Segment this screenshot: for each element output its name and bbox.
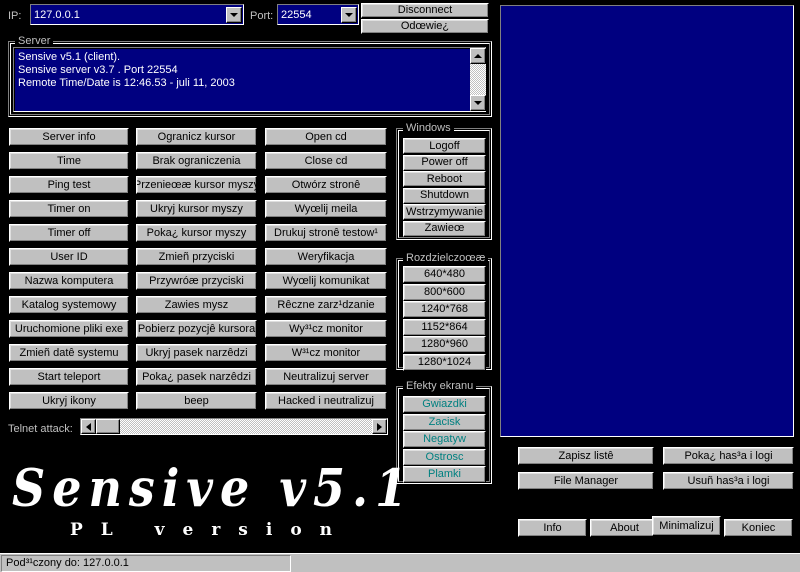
command-button-col1-2[interactable]: Time xyxy=(9,152,129,170)
command-button-col2-8[interactable]: Zawies mysz xyxy=(136,296,257,314)
file-manager-button[interactable]: File Manager xyxy=(518,472,654,490)
resolution-button-2[interactable]: 800*600 xyxy=(403,284,486,301)
scroll-down-icon[interactable] xyxy=(470,95,486,111)
server-log-scrollbar[interactable] xyxy=(470,48,486,111)
effect-button-1[interactable]: Gwiazdki xyxy=(403,396,486,413)
command-button-col3-4[interactable]: Wyœlij meila xyxy=(265,200,387,218)
windows-button-6[interactable]: Zawieœ xyxy=(403,221,486,237)
command-button-col3-7[interactable]: Wyœlij komunikat xyxy=(265,272,387,290)
command-button-col1-10[interactable]: Zmieñ datê systemu xyxy=(9,344,129,362)
command-button-col1-11[interactable]: Start teleport xyxy=(9,368,129,386)
save-list-button[interactable]: Zapisz listê xyxy=(518,447,654,465)
command-button-col1-5[interactable]: Timer off xyxy=(9,224,129,242)
effect-button-5[interactable]: Plamki xyxy=(403,466,486,483)
delete-passwords-logs-button[interactable]: Usuñ has³a i logi xyxy=(663,472,794,490)
command-button-col3-10[interactable]: W³¹cz monitor xyxy=(265,344,387,362)
windows-button-4[interactable]: Shutdown xyxy=(403,188,486,204)
command-button-col3-1[interactable]: Open cd xyxy=(265,128,387,146)
command-button-col2-1[interactable]: Ogranicz kursor xyxy=(136,128,257,146)
command-button-col1-1[interactable]: Server info xyxy=(9,128,129,146)
effects-group-legend: Efekty ekranu xyxy=(403,380,476,392)
telnet-attack-label: Telnet attack: xyxy=(8,423,73,435)
windows-group-legend: Windows xyxy=(403,122,454,134)
port-label: Port: xyxy=(250,10,273,22)
minimize-button[interactable]: Minimalizuj xyxy=(652,516,721,536)
command-button-col1-12[interactable]: Ukryj ikony xyxy=(9,392,129,410)
command-button-col1-3[interactable]: Ping test xyxy=(9,176,129,194)
resolution-group-legend: Rozdzielczoœæ xyxy=(403,252,488,264)
command-button-col3-2[interactable]: Close cd xyxy=(265,152,387,170)
effect-button-2[interactable]: Zacisk xyxy=(403,414,486,431)
command-button-col2-5[interactable]: Poka¿ kursor myszy xyxy=(136,224,257,242)
resolution-button-5[interactable]: 1280*960 xyxy=(403,336,486,353)
scroll-right-icon[interactable] xyxy=(372,419,387,434)
ip-combobox[interactable]: 127.0.0.1 xyxy=(30,4,244,25)
ip-label: IP: xyxy=(8,10,21,22)
command-button-col2-7[interactable]: Przywróæ przyciski xyxy=(136,272,257,290)
server-log-text: Sensive v5.1 (client). Sensive server v3… xyxy=(14,51,466,90)
command-button-col1-7[interactable]: Nazwa komputera xyxy=(9,272,129,290)
command-button-col2-10[interactable]: Ukryj pasek narzêdzi xyxy=(136,344,257,362)
port-value: 22554 xyxy=(278,9,341,21)
windows-button-2[interactable]: Power off xyxy=(403,155,486,171)
disconnect-button[interactable]: Disconnect xyxy=(361,3,489,18)
log-line: Sensive server v3.7 . Port 22554 xyxy=(14,64,466,77)
scrollbar-track[interactable] xyxy=(470,64,486,95)
scroll-up-icon[interactable] xyxy=(470,48,486,64)
log-line: Remote Time/Date is 12:46.53 - juli 11, … xyxy=(14,77,466,90)
command-button-col1-8[interactable]: Katalog systemowy xyxy=(9,296,129,314)
command-button-col3-12[interactable]: Hacked i neutralizuj xyxy=(265,392,387,410)
windows-button-1[interactable]: Logoff xyxy=(403,138,486,154)
command-button-col3-5[interactable]: Drukuj stronê testow¹ xyxy=(265,224,387,242)
about-button[interactable]: About xyxy=(590,519,659,537)
effect-button-4[interactable]: Ostrosc xyxy=(403,449,486,466)
windows-button-5[interactable]: Wstrzymywanie xyxy=(403,204,486,220)
logo-title: Sensive v5.1 xyxy=(12,458,414,518)
command-button-col1-6[interactable]: User ID xyxy=(9,248,129,266)
telnet-attack-slider[interactable] xyxy=(80,418,388,435)
resolution-button-1[interactable]: 640*480 xyxy=(403,266,486,283)
command-button-col2-6[interactable]: Zmieñ przyciski xyxy=(136,248,257,266)
command-button-col3-11[interactable]: Neutralizuj server xyxy=(265,368,387,386)
command-button-col1-4[interactable]: Timer on xyxy=(9,200,129,218)
telnet-slider-track[interactable] xyxy=(96,419,372,434)
log-line: Sensive v5.1 (client). xyxy=(14,51,466,64)
resolution-button-4[interactable]: 1152*864 xyxy=(403,319,486,336)
effect-button-3[interactable]: Negatyw xyxy=(403,431,486,448)
command-button-col3-6[interactable]: Weryfikacja xyxy=(265,248,387,266)
application-window: IP: 127.0.0.1 Port: 22554 Disconnect Odœ… xyxy=(0,0,800,572)
scroll-left-icon[interactable] xyxy=(81,419,96,434)
windows-button-3[interactable]: Reboot xyxy=(403,171,486,187)
command-button-col2-11[interactable]: Poka¿ pasek narzêdzi xyxy=(136,368,257,386)
command-button-col2-2[interactable]: Brak ograniczenia xyxy=(136,152,257,170)
chevron-down-icon[interactable] xyxy=(226,7,242,23)
telnet-slider-thumb[interactable] xyxy=(96,419,120,434)
refresh-button[interactable]: Odœwie¿ xyxy=(361,19,489,34)
ip-value: 127.0.0.1 xyxy=(31,9,226,21)
resolution-button-6[interactable]: 1280*1024 xyxy=(403,354,486,371)
status-bar: Pod³¹czony do: 127.0.0.1 xyxy=(0,553,800,572)
app-logo: Sensive v5.1 PL version xyxy=(8,458,388,548)
status-bar-text: Pod³¹czony do: 127.0.0.1 xyxy=(1,555,291,572)
command-button-col3-3[interactable]: Otwórz stronê xyxy=(265,176,387,194)
command-button-col1-9[interactable]: Uruchomione pliki exe xyxy=(9,320,129,338)
command-button-col3-8[interactable]: Rêczne zarz¹dzanie xyxy=(265,296,387,314)
resolution-button-3[interactable]: 1240*768 xyxy=(403,301,486,318)
server-group-legend: Server xyxy=(15,35,53,47)
chevron-down-icon[interactable] xyxy=(341,7,357,23)
info-button[interactable]: Info xyxy=(518,519,587,537)
port-combobox[interactable]: 22554 xyxy=(277,4,359,25)
command-button-col2-12[interactable]: beep xyxy=(136,392,257,410)
command-button-col2-4[interactable]: Ukryj kursor myszy xyxy=(136,200,257,218)
show-passwords-logs-button[interactable]: Poka¿ has³a i logi xyxy=(663,447,794,465)
command-button-col2-9[interactable]: Pobierz pozycjê kursora xyxy=(136,320,257,338)
command-button-col2-3[interactable]: Przenieœæ kursor myszy xyxy=(136,176,257,194)
remote-screen-display[interactable] xyxy=(500,5,794,437)
command-button-col3-9[interactable]: Wy³¹cz monitor xyxy=(265,320,387,338)
server-log[interactable]: Sensive v5.1 (client). Sensive server v3… xyxy=(13,47,486,112)
exit-button[interactable]: Koniec xyxy=(724,519,793,537)
logo-subtitle: PL version xyxy=(70,520,350,540)
